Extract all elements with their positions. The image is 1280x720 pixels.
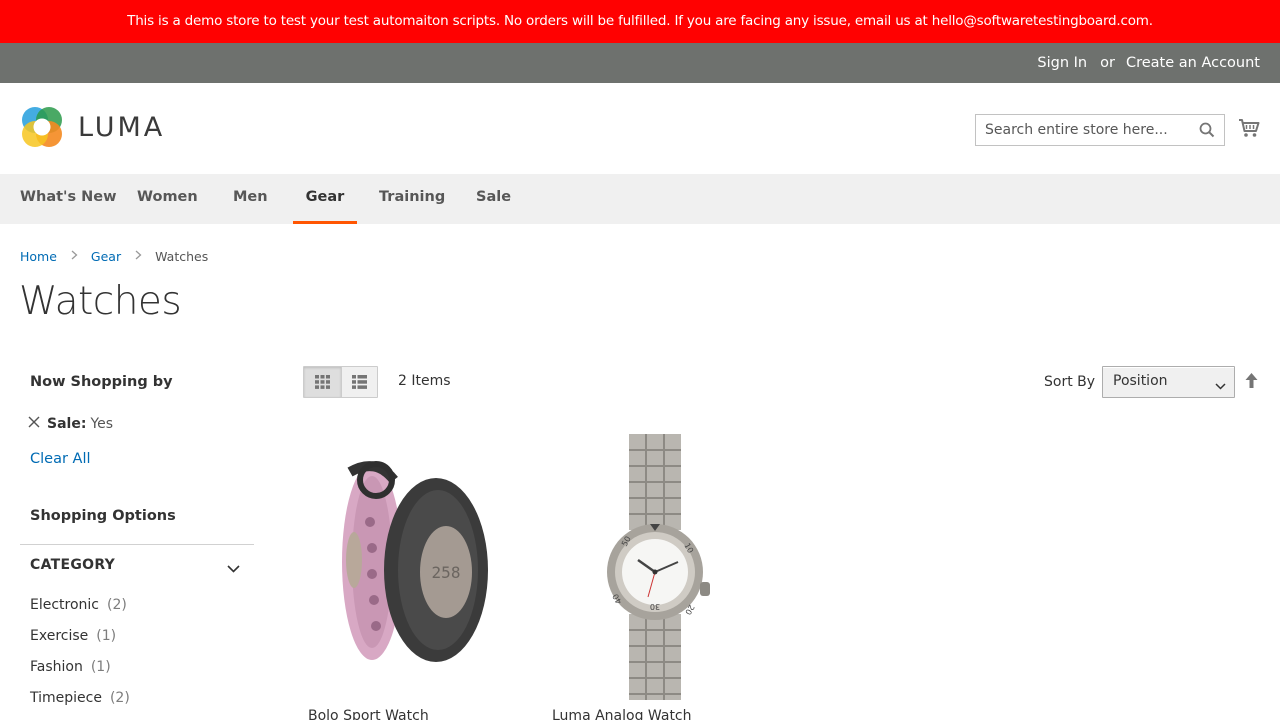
breadcrumb: Home Gear Watches: [20, 249, 208, 264]
nav-item-men[interactable]: Men: [233, 174, 268, 224]
list-item[interactable]: Timepiece (2): [30, 690, 230, 720]
sort-by-select[interactable]: Position: [1102, 366, 1235, 398]
demo-store-banner: This is a demo store to test your test a…: [0, 0, 1280, 43]
search-box: [975, 114, 1225, 146]
product-item[interactable]: 50 10 40 20 30 Luma Analog Watch: [550, 432, 760, 720]
sort-by-label: Sort By: [1044, 374, 1096, 390]
list-view-icon[interactable]: [340, 367, 378, 397]
shopping-options-title: Shopping Options: [30, 508, 176, 524]
search-input[interactable]: [976, 115, 1186, 145]
toolbar-item-count: 2 Items: [398, 373, 451, 389]
product-image[interactable]: 50 10 40 20 30: [550, 432, 760, 706]
list-item[interactable]: Fashion (1): [30, 659, 230, 690]
minicart-icon[interactable]: [1238, 117, 1260, 143]
category-count: (2): [107, 597, 127, 613]
svg-text:258: 258: [432, 563, 461, 582]
category-list: Electronic (2) Exercise (1) Fashion (1) Tim…: [30, 597, 230, 720]
category-count: (1): [96, 628, 117, 644]
now-shopping-title: Now Shopping by: [30, 374, 173, 390]
category-count: (1): [90, 659, 111, 675]
chevron-right-icon: [71, 250, 78, 263]
category-name[interactable]: Exercise: [30, 628, 88, 644]
list-item[interactable]: Exercise (1): [30, 628, 230, 659]
category-name[interactable]: Electronic: [30, 597, 99, 613]
category-name[interactable]: Timepiece: [30, 690, 102, 706]
category-name[interactable]: Fashion: [30, 659, 83, 675]
active-filter-value: Yes: [90, 416, 114, 432]
main-navigation: What's New Women Men Gear Training Sale: [0, 174, 1280, 224]
view-mode-switch: [303, 366, 378, 398]
chevron-down-icon[interactable]: [227, 561, 240, 577]
list-item[interactable]: Electronic (2): [30, 597, 230, 628]
header-panel: Sign In or Create an Account: [0, 43, 1280, 83]
sort-direction-arrow-up-icon[interactable]: [1244, 372, 1259, 393]
grid-view-icon[interactable]: [304, 367, 341, 397]
category-filter: CATEGORY Electronic (2) Exercise (1) Fashi…: [20, 544, 254, 706]
breadcrumb-home[interactable]: Home: [20, 249, 57, 264]
active-filter: Sale: Yes: [28, 416, 113, 432]
nav-item-whats-new[interactable]: What's New: [20, 174, 117, 224]
product-name[interactable]: Luma Analog Watch: [552, 708, 692, 720]
svg-text:30: 30: [650, 602, 660, 611]
nav-item-training[interactable]: Training: [379, 174, 445, 224]
store-logo[interactable]: LUMA: [20, 105, 165, 149]
chevron-right-icon: [135, 250, 142, 263]
sort-by-value: Position: [1113, 373, 1168, 389]
chevron-down-icon: [1215, 378, 1226, 394]
category-count: (2): [109, 690, 130, 706]
page-title: Watches: [19, 279, 182, 324]
create-account-link[interactable]: Create an Account: [1126, 55, 1260, 71]
breadcrumb-gear[interactable]: Gear: [91, 249, 121, 264]
sign-in-link[interactable]: Sign In: [1037, 55, 1087, 71]
close-icon[interactable]: [28, 416, 40, 432]
product-item[interactable]: 258 Bolo Sport Watch: [306, 432, 516, 720]
active-filter-label: Sale:: [47, 416, 87, 432]
luma-logo-icon: [22, 107, 62, 147]
nav-item-women[interactable]: Women: [137, 174, 198, 224]
search-icon[interactable]: [1199, 122, 1215, 142]
product-name[interactable]: Bolo Sport Watch: [308, 708, 429, 720]
clear-all-link[interactable]: Clear All: [30, 451, 91, 467]
header-links: Sign In or Create an Account: [1037, 43, 1260, 83]
nav-item-sale[interactable]: Sale: [476, 174, 511, 224]
category-filter-title[interactable]: CATEGORY: [30, 557, 115, 573]
header-or-text: or: [1100, 55, 1115, 71]
product-image[interactable]: 258: [306, 432, 516, 706]
nav-item-gear[interactable]: Gear: [293, 174, 357, 224]
breadcrumb-current: Watches: [155, 249, 209, 264]
logo-text: LUMA: [78, 111, 166, 143]
